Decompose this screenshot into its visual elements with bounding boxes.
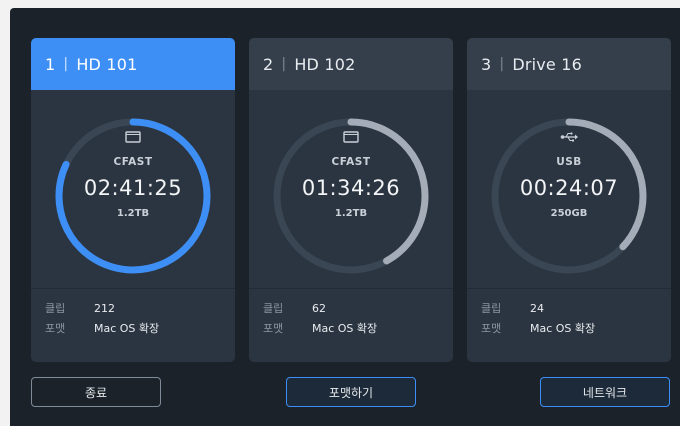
divider — [249, 288, 453, 289]
usb-icon — [467, 130, 671, 150]
format-key: 포맷 — [481, 322, 502, 335]
network-button[interactable]: 네트워크 — [540, 377, 670, 407]
media-card-1[interactable]: 1 | HD 101 CFAST 02:41:25 1.2TB 클립 212 포맷… — [31, 38, 235, 362]
format-key: 포맷 — [263, 322, 284, 335]
header-separator: | — [63, 56, 69, 72]
clips-key: 클립 — [263, 302, 284, 315]
remaining-time: 01:34:26 — [301, 176, 401, 200]
clips-key: 클립 — [481, 302, 502, 315]
format-button[interactable]: 포맷하기 — [286, 377, 416, 407]
capacity-label: 1.2TB — [116, 208, 150, 219]
slot-number: 1 — [45, 54, 56, 74]
card-header: 1 | HD 101 — [31, 38, 235, 90]
header-separator: | — [499, 56, 505, 72]
clips-key: 클립 — [45, 302, 66, 315]
clips-value: 212 — [94, 301, 115, 315]
capacity-label: 1.2TB — [334, 208, 368, 219]
media-type-label: CFAST — [113, 156, 153, 168]
media-info: 클립 24 포맷 Mac OS 확장 — [467, 298, 671, 338]
media-screen: 1 | HD 101 CFAST 02:41:25 1.2TB 클립 212 포맷… — [10, 8, 680, 426]
card-header: 2 | HD 102 — [249, 38, 453, 90]
media-name: HD 102 — [294, 54, 356, 74]
clips-value: 62 — [312, 301, 326, 315]
format-value: Mac OS 확장 — [312, 322, 378, 335]
capacity-label: 250GB — [550, 208, 588, 219]
divider — [467, 288, 671, 289]
media-card-2[interactable]: 2 | HD 102 CFAST 01:34:26 1.2TB 클립 62 포맷 M… — [249, 38, 453, 362]
remaining-time: 00:24:07 — [519, 176, 619, 200]
header-separator: | — [281, 56, 287, 72]
media-card-3[interactable]: 3 | Drive 16 USB 00:24:07 250GB 클립 24 포맷 M… — [467, 38, 671, 362]
slot-number: 2 — [263, 54, 274, 74]
divider — [31, 288, 235, 289]
card-icon — [249, 130, 453, 150]
clips-value: 24 — [530, 301, 544, 315]
format-key: 포맷 — [45, 322, 66, 335]
exit-button[interactable]: 종료 — [31, 377, 161, 407]
format-value: Mac OS 확장 — [94, 322, 160, 335]
format-value: Mac OS 확장 — [530, 322, 596, 335]
media-info: 클립 62 포맷 Mac OS 확장 — [249, 298, 453, 338]
card-icon — [31, 130, 235, 150]
media-name: HD 101 — [76, 54, 138, 74]
remaining-time: 02:41:25 — [83, 176, 183, 200]
slot-number: 3 — [481, 54, 492, 74]
media-info: 클립 212 포맷 Mac OS 확장 — [31, 298, 235, 338]
media-name: Drive 16 — [512, 54, 583, 74]
card-header: 3 | Drive 16 — [467, 38, 671, 90]
media-type-label: USB — [556, 156, 582, 168]
media-type-label: CFAST — [331, 156, 371, 168]
